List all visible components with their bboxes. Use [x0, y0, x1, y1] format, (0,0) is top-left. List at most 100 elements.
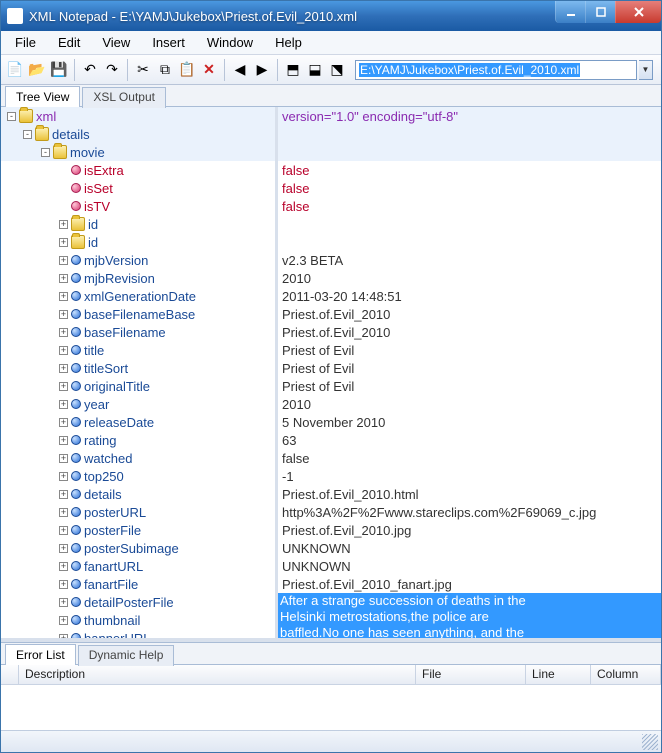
tree-row[interactable]: +bannerURL [1, 629, 275, 638]
tree-row[interactable]: +posterFile [1, 521, 275, 539]
tree-row[interactable]: isTV [1, 197, 275, 215]
value-row[interactable]: Priest.of.Evil_2010.jpg [278, 521, 661, 539]
tree-row[interactable]: -movie [1, 143, 275, 161]
expander-icon[interactable]: + [59, 292, 68, 301]
tree-row[interactable]: +baseFilenameBase [1, 305, 275, 323]
menu-view[interactable]: View [102, 35, 130, 50]
tab-tree-view[interactable]: Tree View [5, 86, 80, 107]
undo-icon[interactable]: ↶ [80, 60, 100, 80]
maximize-button[interactable] [585, 1, 615, 23]
col-line[interactable]: Line [526, 665, 591, 684]
value-row[interactable]: version="1.0" encoding="utf-8" [278, 107, 661, 125]
save-icon[interactable]: 💾 [49, 60, 69, 80]
file-path-combo[interactable]: E:\YAMJ\Jukebox\Priest.of.Evil_2010.xml [355, 60, 637, 80]
close-button[interactable] [615, 1, 661, 23]
value-row[interactable]: Priest.of.Evil_2010 [278, 305, 661, 323]
expander-icon[interactable]: + [59, 580, 68, 589]
value-row[interactable]: -1 [278, 467, 661, 485]
tree-row[interactable]: +mjbRevision [1, 269, 275, 287]
expander-icon[interactable]: + [59, 616, 68, 625]
col-icon[interactable] [1, 665, 19, 684]
value-row[interactable]: Priest.of.Evil_2010_fanart.jpg [278, 575, 661, 593]
value-row[interactable]: 2010 [278, 269, 661, 287]
outdent-icon[interactable]: ◀ [230, 60, 250, 80]
col-description[interactable]: Description [19, 665, 416, 684]
menu-edit[interactable]: Edit [58, 35, 80, 50]
col-column[interactable]: Column [591, 665, 661, 684]
insert-child-icon[interactable]: ⬔ [327, 60, 347, 80]
delete-icon[interactable]: ✕ [199, 60, 219, 80]
menu-insert[interactable]: Insert [152, 35, 185, 50]
value-row[interactable]: 5 November 2010 [278, 413, 661, 431]
resize-grip-icon[interactable] [642, 734, 658, 750]
expander-icon[interactable]: + [59, 418, 68, 427]
tree-pane[interactable]: -xml-details-movieisExtraisSetisTV+id+id… [1, 107, 278, 638]
tree-row[interactable]: +posterSubimage [1, 539, 275, 557]
value-row[interactable]: false [278, 179, 661, 197]
titlebar[interactable]: XML Notepad - E:\YAMJ\Jukebox\Priest.of.… [1, 1, 661, 31]
value-row[interactable] [278, 215, 661, 233]
tree-row[interactable]: +baseFilename [1, 323, 275, 341]
value-row[interactable]: Priest.of.Evil_2010.html [278, 485, 661, 503]
tree-row[interactable]: +details [1, 485, 275, 503]
value-row[interactable]: 2011-03-20 14:48:51 [278, 287, 661, 305]
expander-icon[interactable]: + [59, 220, 68, 229]
tree-row[interactable]: +thumbnail [1, 611, 275, 629]
value-row[interactable]: false [278, 449, 661, 467]
paste-icon[interactable]: 📋 [177, 60, 197, 80]
tree-row[interactable]: isExtra [1, 161, 275, 179]
insert-before-icon[interactable]: ⬒ [283, 60, 303, 80]
value-row[interactable]: v2.3 BETA [278, 251, 661, 269]
minimize-button[interactable] [555, 1, 585, 23]
value-row[interactable]: Priest of Evil [278, 341, 661, 359]
open-icon[interactable]: 📂 [27, 60, 47, 80]
expander-icon[interactable]: + [59, 256, 68, 265]
tree-row[interactable]: +top250 [1, 467, 275, 485]
expander-icon[interactable]: - [7, 112, 16, 121]
value-row[interactable]: false [278, 197, 661, 215]
expander-icon[interactable]: + [59, 598, 68, 607]
indent-icon[interactable]: ▶ [252, 60, 272, 80]
menu-help[interactable]: Help [275, 35, 302, 50]
tree-row[interactable]: isSet [1, 179, 275, 197]
tree-row[interactable]: +originalTitle [1, 377, 275, 395]
expander-icon[interactable]: + [59, 238, 68, 247]
tree-row[interactable]: +posterURL [1, 503, 275, 521]
expander-icon[interactable]: + [59, 544, 68, 553]
menu-file[interactable]: File [15, 35, 36, 50]
value-row[interactable]: Priest of Evil [278, 359, 661, 377]
tab-xsl-output[interactable]: XSL Output [82, 87, 166, 108]
expander-icon[interactable]: + [59, 400, 68, 409]
tree-row[interactable]: +fanartURL [1, 557, 275, 575]
tree-row[interactable]: +titleSort [1, 359, 275, 377]
expander-icon[interactable]: + [59, 490, 68, 499]
expander-icon[interactable]: + [59, 274, 68, 283]
copy-icon[interactable]: ⧉ [155, 60, 175, 80]
col-file[interactable]: File [416, 665, 526, 684]
expander-icon[interactable]: + [59, 436, 68, 445]
tree-row[interactable]: +releaseDate [1, 413, 275, 431]
value-row[interactable]: 2010 [278, 395, 661, 413]
expander-icon[interactable]: + [59, 562, 68, 571]
insert-after-icon[interactable]: ⬓ [305, 60, 325, 80]
tab-dynamic-help[interactable]: Dynamic Help [78, 645, 175, 666]
value-row[interactable]: false [278, 161, 661, 179]
expander-icon[interactable]: + [59, 526, 68, 535]
value-row[interactable] [278, 125, 661, 143]
value-row[interactable] [278, 143, 661, 161]
value-row[interactable]: Priest of Evil [278, 377, 661, 395]
tree-row[interactable]: +year [1, 395, 275, 413]
value-row[interactable]: Priest.of.Evil_2010 [278, 323, 661, 341]
expander-icon[interactable]: + [59, 346, 68, 355]
tree-row[interactable]: -xml [1, 107, 275, 125]
value-row[interactable]: 63 [278, 431, 661, 449]
tab-error-list[interactable]: Error List [5, 644, 76, 665]
expander-icon[interactable]: - [23, 130, 32, 139]
tree-row[interactable]: +id [1, 215, 275, 233]
cut-icon[interactable]: ✂ [133, 60, 153, 80]
value-row[interactable]: http%3A%2F%2Fwww.stareclips.com%2F69069_… [278, 503, 661, 521]
value-pane[interactable]: version="1.0" encoding="utf-8"falsefalse… [278, 107, 661, 638]
redo-icon[interactable]: ↷ [102, 60, 122, 80]
expander-icon[interactable]: + [59, 310, 68, 319]
value-row[interactable]: UNKNOWN [278, 539, 661, 557]
